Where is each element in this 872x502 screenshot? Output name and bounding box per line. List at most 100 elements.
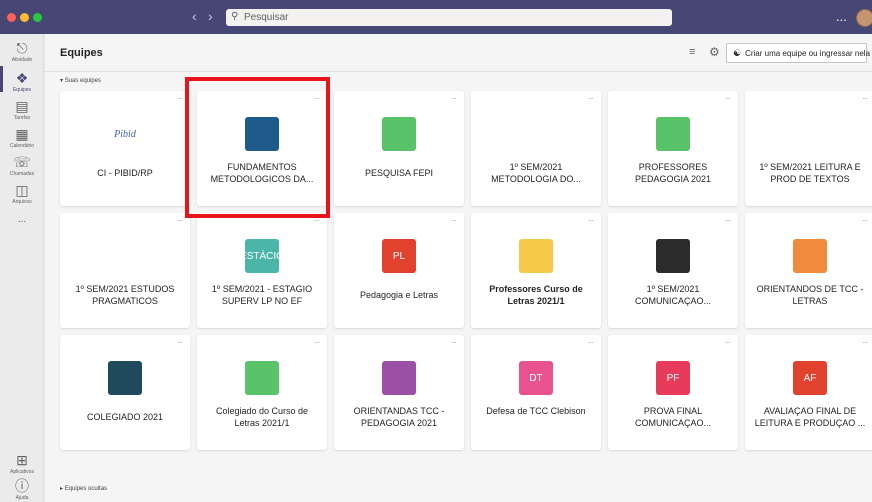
team-name: 1º SEM/2021 - ESTAGIO SUPERV LP NO EF: [211, 284, 313, 306]
team-name: 1º SEM/2021 LEITURA E PROD DE TEXTOS: [759, 162, 861, 184]
more-options-icon[interactable]: ···: [588, 216, 594, 225]
team-name: CI - PIBID/RP: [97, 168, 153, 178]
team-card[interactable]: ··· PROFESSORES PEDAGOGIA 2021: [608, 91, 738, 206]
gear-icon[interactable]: ⚙: [709, 45, 720, 59]
more-options-icon[interactable]: ···: [177, 94, 183, 103]
team-thumbnail: [519, 239, 553, 273]
bell-icon: ⎋: [16, 40, 28, 56]
rail-item-label: Chamadas: [9, 171, 35, 177]
team-card[interactable]: ··· 1º SEM/2021 METODOLOGIA DO...: [471, 91, 601, 206]
rail-item-label: Ajuda: [15, 495, 29, 501]
rail-item-more[interactable]: ...: [0, 212, 44, 228]
more-options-icon[interactable]: ···: [725, 338, 731, 347]
filter-icon[interactable]: ≡: [689, 46, 695, 58]
section-your-teams-label: Suas equipes: [64, 78, 102, 84]
rail-item-label: Tarefas: [13, 115, 31, 121]
rail-item-calls[interactable]: ☏ Chamadas: [0, 154, 44, 177]
team-thumbnail: [108, 361, 142, 395]
more-options-icon[interactable]: ···: [862, 216, 868, 225]
team-card[interactable]: ··· 1º SEM/2021 ESTUDOS PRAGMATICOS: [60, 213, 190, 328]
rail-item-help[interactable]: ⓘ Ajuda: [0, 478, 44, 501]
team-thumbnail: [793, 239, 827, 273]
team-thumbnail: [519, 117, 553, 151]
team-card[interactable]: ··· FUNDAMENTOS METODOLOGICOS DA...: [197, 91, 327, 206]
team-card[interactable]: ··· AF AVALIAÇAO FINAL DE LEITURA E PRODUÇ…: [745, 335, 872, 450]
rail-item-apps[interactable]: ⊞ Aplicativos: [0, 452, 44, 475]
team-name: AVALIAÇAO FINAL DE LEITURA E PRODUÇAO ..…: [754, 406, 866, 428]
app-rail: ⎋ Atividade ❖ Equipes ▤ Tarefas ▦ Calend…: [0, 34, 44, 502]
close-window-button[interactable]: [7, 13, 16, 22]
rail-item-calendar[interactable]: ▦ Calendário: [0, 126, 44, 149]
rail-item-activity[interactable]: ⎋ Atividade: [0, 40, 44, 63]
minimize-window-button[interactable]: [20, 13, 29, 22]
team-card[interactable]: ··· Professores Curso de Letras 2021/1: [471, 213, 601, 328]
rail-item-tasks[interactable]: ▤ Tarefas: [0, 98, 44, 121]
team-thumbnail: ESTÁCIO: [245, 239, 279, 273]
more-options-icon[interactable]: ···: [314, 216, 320, 225]
more-options-icon[interactable]: ···: [862, 338, 868, 347]
more-options-icon[interactable]: ···: [725, 216, 731, 225]
rail-item-teams[interactable]: ❖ Equipes: [0, 70, 44, 93]
create-team-button[interactable]: ☯ Criar uma equipe ou ingressar nela: [726, 43, 871, 63]
phone-icon: ☏: [13, 154, 31, 170]
team-thumbnail: [245, 117, 279, 151]
rail-item-files[interactable]: ◫ Arquivos: [0, 182, 44, 205]
team-thumbnail: Pibid: [108, 117, 142, 151]
team-card[interactable]: ··· PL Pedagogia e Letras: [334, 213, 464, 328]
search-input[interactable]: ⚲ Pesquisar: [226, 9, 672, 26]
team-card[interactable]: ··· 1º SEM/2021 COMUNICAÇAO...: [608, 213, 738, 328]
team-card[interactable]: ··· DT Defesa de TCC Clebison: [471, 335, 601, 450]
team-name: 1º SEM/2021 METODOLOGIA DO...: [491, 162, 581, 184]
team-card[interactable]: ··· ORIENTANDOS DE TCC - LETRAS: [745, 213, 872, 328]
calendar-icon: ▦: [15, 126, 29, 142]
more-options-icon[interactable]: ···: [862, 94, 868, 103]
team-thumbnail: DT: [519, 361, 553, 395]
team-name: Colegiado do Curso de Letras 2021/1: [215, 406, 309, 428]
rail-item-label: Atividade: [11, 57, 33, 63]
more-options-icon[interactable]: ···: [451, 216, 457, 225]
team-card[interactable]: ··· ORIENTANDAS TCC - PEDAGOGIA 2021: [334, 335, 464, 450]
rail-item-label: Aplicativos: [10, 469, 34, 475]
section-hidden-teams[interactable]: ▸ Equipes ocultas: [60, 485, 107, 492]
team-card[interactable]: ··· PESQUISA FEPI: [334, 91, 464, 206]
more-options-icon[interactable]: ···: [451, 94, 457, 103]
more-options-icon[interactable]: ···: [725, 94, 731, 103]
section-hidden-teams-label: Equipes ocultas: [64, 486, 108, 492]
team-name: Defesa de TCC Clebison: [486, 406, 586, 416]
add-team-icon: ☯: [733, 48, 742, 58]
chevron-left-icon[interactable]: ‹: [192, 9, 197, 23]
team-name: PROFESSORES PEDAGOGIA 2021: [634, 162, 712, 184]
team-thumbnail: [382, 117, 416, 151]
more-options-icon[interactable]: ···: [588, 94, 594, 103]
page-header: Equipes ≡ ⚙ ☯ Criar uma equipe ou ingress…: [45, 34, 872, 72]
clipboard-icon: ▤: [15, 98, 29, 114]
create-team-label: Criar uma equipe ou ingressar nela: [745, 49, 871, 58]
team-thumbnail: [245, 361, 279, 395]
more-options-icon[interactable]: ···: [314, 94, 320, 103]
section-your-teams[interactable]: ▾ Suas equipes: [60, 77, 101, 84]
team-thumbnail: [656, 117, 690, 151]
team-card[interactable]: ··· Colegiado do Curso de Letras 2021/1: [197, 335, 327, 450]
rail-item-label: Arquivos: [12, 199, 32, 205]
more-options-icon[interactable]: ···: [588, 338, 594, 347]
chevron-right-icon[interactable]: ›: [208, 9, 213, 23]
more-options-icon[interactable]: ···: [451, 338, 457, 347]
team-name: 1º SEM/2021 COMUNICAÇAO...: [634, 284, 711, 306]
more-options-icon[interactable]: ···: [314, 338, 320, 347]
more-options-icon[interactable]: ···: [177, 216, 183, 225]
team-thumbnail: [656, 239, 690, 273]
team-card[interactable]: ··· 1º SEM/2021 LEITURA E PROD DE TEXTOS: [745, 91, 872, 206]
team-card[interactable]: ··· PF PROVA FINAL COMUNICAÇAO...: [608, 335, 738, 450]
team-name: COLEGIADO 2021: [86, 412, 164, 422]
avatar[interactable]: [856, 9, 872, 27]
more-options-icon[interactable]: ···: [177, 338, 183, 347]
team-name: PESQUISA FEPI: [364, 168, 434, 178]
team-card[interactable]: ··· ESTÁCIO 1º SEM/2021 - ESTAGIO SUPERV L…: [197, 213, 327, 328]
title-bar: ‹ › ⚲ Pesquisar ...: [0, 0, 872, 34]
more-options-button[interactable]: ...: [836, 9, 847, 24]
team-card[interactable]: ··· Pibid CI - PIBID/RP: [60, 91, 190, 206]
team-card[interactable]: ··· COLEGIADO 2021: [60, 335, 190, 450]
maximize-window-button[interactable]: [33, 13, 42, 22]
team-thumbnail: [793, 117, 827, 151]
team-name: PROVA FINAL COMUNICAÇAO...: [634, 406, 711, 428]
